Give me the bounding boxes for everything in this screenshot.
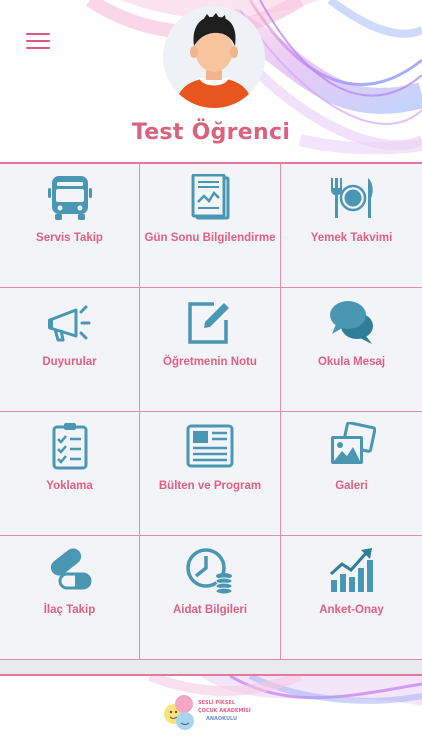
menu-item-label: Servis Takip [36, 232, 103, 244]
plate-cutlery-icon [330, 178, 373, 218]
menu-item-okula-mesaj[interactable]: Okula Mesaj [281, 288, 422, 412]
menu-grid: Servis Takip Gün Sonu Bilgilendirme Yeme… [0, 164, 422, 660]
school-logo: SESLİ PİKSEL ÇOCUK AKADEMİSİ ANAOKULU [164, 695, 251, 730]
avatar[interactable] [163, 6, 265, 108]
menu-item-label: Yoklama [46, 480, 93, 492]
menu-item-servis-takip[interactable]: Servis Takip [0, 164, 140, 288]
edit-note-icon [188, 302, 229, 344]
logo-line-3: ANAOKULU [206, 716, 237, 722]
checklist-clipboard-icon [52, 423, 87, 470]
bus-icon [47, 176, 92, 220]
menu-item-label: Anket-Onay [319, 604, 384, 616]
pills-icon [50, 548, 91, 590]
section-divider [0, 660, 422, 674]
menu-item-label: Bülten ve Program [158, 480, 262, 492]
logo-line-2: ÇOCUK AKADEMİSİ [198, 707, 251, 714]
chat-bubbles-icon [329, 301, 373, 344]
menu-item-label: Okula Mesaj [317, 356, 386, 368]
logo-line-1: SESLİ PİKSEL [198, 699, 236, 706]
menu-item-label: Aidat Bilgileri [172, 604, 248, 616]
menu-item-label: Öğretmenin Notu [163, 356, 257, 368]
menu-item-label: Duyurular [42, 356, 97, 368]
menu-item-anket-onay[interactable]: Anket-Onay [281, 536, 422, 660]
menu-item-ogretmenin-notu[interactable]: Öğretmenin Notu [140, 288, 281, 412]
student-name: Test Öğrenci [131, 120, 291, 145]
hamburger-menu-icon[interactable] [26, 33, 50, 53]
menu-item-bulten-ve-program[interactable]: Bülten ve Program [140, 412, 281, 536]
menu-item-label: İlaç Takip [43, 604, 96, 616]
profile-header: Test Öğrenci [0, 0, 422, 164]
growth-chart-icon [329, 548, 373, 592]
user-avatar-icon [163, 6, 265, 108]
clock-coins-icon [186, 548, 233, 594]
menu-item-ilac-takip[interactable]: İlaç Takip [0, 536, 140, 660]
report-icon [191, 174, 230, 220]
menu-item-yemek-takvimi[interactable]: Yemek Takvimi [281, 164, 422, 288]
megaphone-icon [47, 305, 90, 342]
menu-item-galeri[interactable]: Galeri [281, 412, 422, 536]
gallery-icon [330, 422, 376, 464]
menu-item-aidat-bilgileri[interactable]: Aidat Bilgileri [140, 536, 281, 660]
menu-item-gun-sonu[interactable]: Gün Sonu Bilgilendirme [140, 164, 281, 288]
newsletter-icon [186, 424, 234, 468]
menu-item-label: Yemek Takvimi [310, 232, 393, 244]
menu-item-yoklama[interactable]: Yoklama [0, 412, 140, 536]
menu-item-label: Galeri [335, 480, 368, 492]
menu-item-label: Gün Sonu Bilgilendirme [144, 232, 276, 244]
menu-item-duyurular[interactable]: Duyurular [0, 288, 140, 412]
